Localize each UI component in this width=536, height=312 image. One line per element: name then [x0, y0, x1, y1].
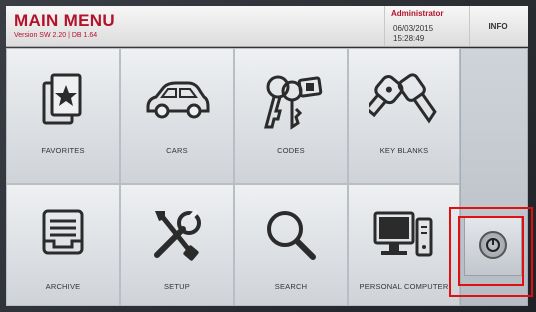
- menu-label: SETUP: [163, 282, 190, 291]
- user-status: Administrator 06/03/2015 15:28:49: [384, 6, 470, 46]
- menu-tile-personal-computer[interactable]: PERSONAL COMPUTER: [348, 184, 460, 306]
- menu-label: PERSONAL COMPUTER: [359, 282, 449, 291]
- menu-label: ARCHIVE: [45, 282, 81, 291]
- info-button[interactable]: INFO: [468, 6, 528, 46]
- screen: MAIN MENU Version SW 2.20 | DB 1.64 Admi…: [0, 0, 536, 312]
- menu-label: CODES: [277, 146, 305, 155]
- favorites-icon: [42, 73, 82, 125]
- archive-icon: [42, 209, 84, 255]
- menu-tile-key-blanks[interactable]: KEY BLANKS: [348, 48, 460, 184]
- header-bar: MAIN MENU Version SW 2.20 | DB 1.64 Admi…: [6, 6, 528, 47]
- car-icon: [146, 81, 210, 119]
- highlight-box-inner: [458, 216, 524, 286]
- keys-codes-icon: [264, 75, 323, 130]
- time-display: 15:28:49: [393, 34, 425, 43]
- menu-tile-cars[interactable]: CARS: [120, 48, 234, 184]
- menu-label: FAVORITES: [41, 146, 85, 155]
- menu-label: KEY BLANKS: [379, 146, 429, 155]
- computer-icon: [373, 211, 433, 257]
- key-blanks-icon: [369, 73, 437, 124]
- version-info: Version SW 2.20 | DB 1.64: [14, 32, 98, 39]
- menu-tile-search[interactable]: SEARCH: [234, 184, 348, 306]
- magnifier-icon: [267, 211, 316, 260]
- menu-tile-codes[interactable]: CODES: [234, 48, 348, 184]
- menu-label: SEARCH: [274, 282, 308, 291]
- page-title: MAIN MENU: [14, 11, 115, 30]
- menu-tile-favorites[interactable]: FAVORITES: [6, 48, 120, 184]
- user-name: Administrator: [391, 9, 444, 18]
- menu-tile-archive[interactable]: ARCHIVE: [6, 184, 120, 306]
- menu-label: CARS: [166, 146, 188, 155]
- tools-icon: [154, 209, 201, 261]
- date-display: 06/03/2015: [393, 24, 434, 33]
- menu-tile-setup[interactable]: SETUP: [120, 184, 234, 306]
